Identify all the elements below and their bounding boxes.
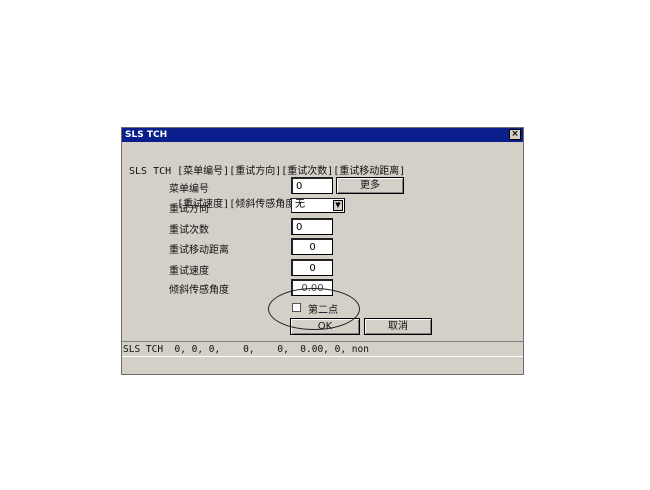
menu-no-input[interactable]: 0 <box>291 177 333 194</box>
retry-direction-value: 无 <box>295 199 305 210</box>
more-button[interactable]: 更多 <box>336 177 404 194</box>
retry-direction-label: 重试方向 <box>169 204 209 215</box>
cancel-button[interactable]: 取消 <box>364 318 432 335</box>
retry-distance-input[interactable]: 0 <box>291 238 333 255</box>
sls-tch-dialog: SLS TCH × SLS TCH [菜单编号][重试方向][重试次数][重试移… <box>121 127 524 375</box>
retry-speed-label: 重试速度 <box>169 266 209 277</box>
command-header-line1: SLS TCH [菜单编号][重试方向][重试次数][重试移动距离] <box>129 166 406 177</box>
tilt-angle-label: 倾斜传感角度 <box>169 285 229 296</box>
title-bar: SLS TCH × <box>122 128 523 142</box>
dropdown-arrow-icon[interactable]: ▼ <box>333 200 343 211</box>
retry-speed-input[interactable]: 0 <box>291 259 333 276</box>
retry-count-input[interactable]: 0 <box>291 218 333 235</box>
tilt-angle-input[interactable]: 0.00 <box>291 279 333 296</box>
menu-no-label: 菜单编号 <box>169 184 209 195</box>
second-point-label: 第二点 <box>308 305 338 316</box>
status-bar: SLS TCH 0, 0, 0, 0, 0, 0.00, 0, non <box>122 341 523 357</box>
ok-button[interactable]: OK <box>290 318 360 335</box>
retry-direction-select[interactable]: 无 ▼ <box>291 198 345 213</box>
close-button[interactable]: × <box>509 129 521 140</box>
second-point-checkbox[interactable] <box>292 303 301 312</box>
retry-distance-label: 重试移动距离 <box>169 245 229 256</box>
retry-count-label: 重试次数 <box>169 225 209 236</box>
window-title: SLS TCH <box>125 130 168 140</box>
